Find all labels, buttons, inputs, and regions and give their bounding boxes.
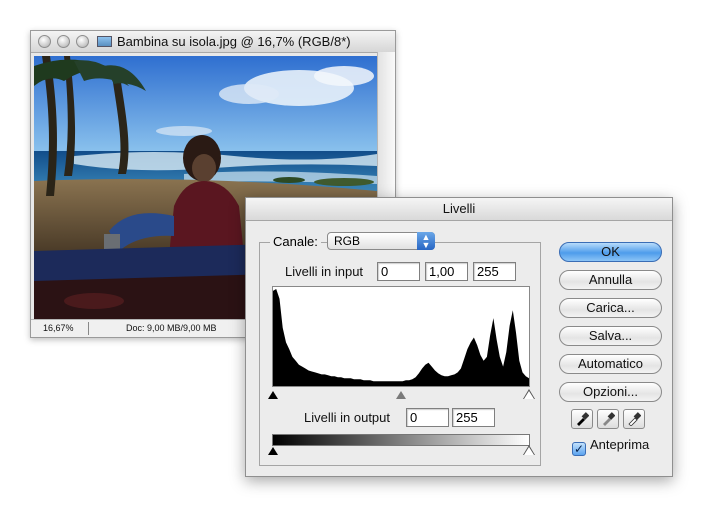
output-white-handle[interactable] (524, 447, 534, 455)
channel-select-value: RGB (334, 234, 361, 248)
image-file-icon (97, 36, 112, 47)
input-white-field[interactable]: 255 (473, 262, 516, 281)
output-black-field[interactable]: 0 (406, 408, 449, 427)
histogram-area (273, 289, 529, 386)
output-levels-gradient[interactable] (272, 434, 530, 446)
zoom-level-field[interactable]: 16,67% (43, 323, 74, 333)
white-eyedropper-icon[interactable] (623, 409, 645, 429)
input-black-field[interactable]: 0 (377, 262, 420, 281)
levels-dialog: Livelli Canale: RGB ▲ ▼ Livelli in input … (245, 197, 673, 477)
input-gamma-field[interactable]: 1,00 (425, 262, 468, 281)
output-white-field[interactable]: 255 (452, 408, 495, 427)
black-eyedropper-icon[interactable] (571, 409, 593, 429)
auto-button[interactable]: Automatico (559, 354, 662, 374)
histogram-graph (273, 289, 529, 386)
input-gamma-handle[interactable] (396, 391, 406, 399)
output-levels-label: Livelli in output (304, 410, 390, 425)
input-levels-slider[interactable] (268, 389, 535, 401)
load-button[interactable]: Carica... (559, 298, 662, 318)
dialog-title[interactable]: Livelli (246, 198, 672, 221)
preview-label: Anteprima (590, 438, 650, 452)
chevron-updown-icon: ▲ ▼ (417, 232, 435, 250)
options-button[interactable]: Opzioni... (559, 382, 662, 402)
cancel-button[interactable]: Annulla (559, 270, 662, 290)
gray-eyedropper-icon[interactable] (597, 409, 619, 429)
preview-checkbox[interactable]: ✓ (572, 442, 586, 456)
document-title: Bambina su isola.jpg @ 16,7% (RGB/8*) (117, 34, 351, 49)
zoom-window-button[interactable] (76, 35, 89, 48)
save-button[interactable]: Salva... (559, 326, 662, 346)
channel-select[interactable]: RGB ▲ ▼ (327, 232, 435, 250)
output-black-handle[interactable] (268, 447, 278, 455)
channel-label: Canale: (270, 234, 321, 249)
document-titlebar[interactable]: Bambina su isola.jpg @ 16,7% (RGB/8*) (31, 31, 395, 53)
input-white-point-handle[interactable] (524, 391, 534, 399)
ok-button[interactable]: OK (559, 242, 662, 262)
document-size-info[interactable]: Doc: 9,00 MB/9,00 MB (126, 323, 217, 333)
status-divider (88, 322, 89, 335)
input-levels-label: Livelli in input (285, 264, 364, 279)
histogram (272, 286, 530, 387)
minimize-window-button[interactable] (57, 35, 70, 48)
input-black-point-handle[interactable] (268, 391, 278, 399)
close-window-button[interactable] (38, 35, 51, 48)
